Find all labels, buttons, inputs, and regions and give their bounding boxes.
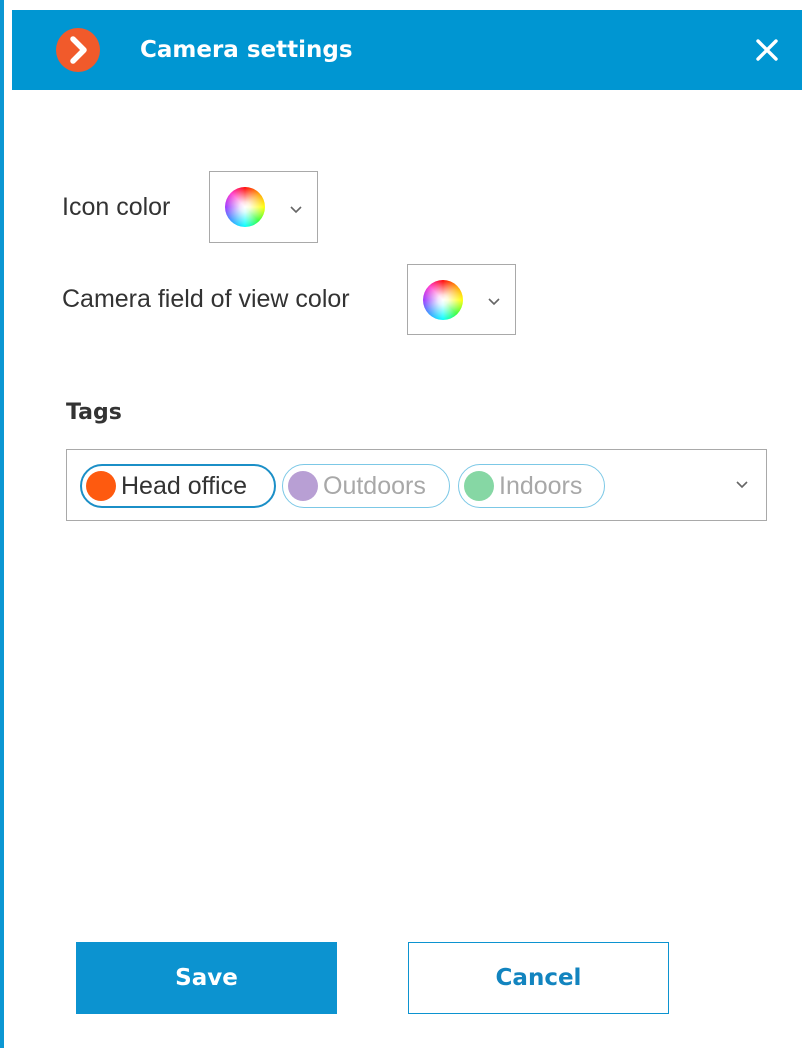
tags-heading: Tags <box>66 400 122 425</box>
icon-color-label: Icon color <box>62 193 171 221</box>
tag-label: Outdoors <box>323 472 426 500</box>
title-bar: Camera settings <box>12 10 802 90</box>
color-wheel-icon <box>423 280 463 320</box>
chevron-down-icon <box>736 481 748 489</box>
close-icon[interactable] <box>752 35 782 65</box>
chevron-down-icon <box>290 206 302 214</box>
save-button[interactable]: Save <box>76 942 337 1014</box>
tag-chip-outdoors[interactable]: Outdoors <box>282 464 450 508</box>
chevron-down-icon <box>488 298 500 306</box>
dialog-title: Camera settings <box>140 37 353 63</box>
cancel-button[interactable]: Cancel <box>408 942 669 1014</box>
tag-chip-indoors[interactable]: Indoors <box>458 464 605 508</box>
app-logo-icon <box>56 28 100 72</box>
tag-color-dot <box>288 471 318 501</box>
color-wheel-icon <box>225 187 265 227</box>
fov-color-label: Camera field of view color <box>62 285 350 313</box>
tag-label: Head office <box>121 472 248 500</box>
tag-color-dot <box>86 471 116 501</box>
icon-color-picker[interactable] <box>209 171 318 243</box>
tag-chip-head-office[interactable]: Head office <box>80 464 276 508</box>
tag-label: Indoors <box>499 472 583 500</box>
tag-color-dot <box>464 471 494 501</box>
tags-select[interactable]: Head office Outdoors Indoors <box>66 449 767 521</box>
camera-settings-dialog: Camera settings Icon color Camera field … <box>0 0 802 1048</box>
fov-color-picker[interactable] <box>407 264 516 335</box>
